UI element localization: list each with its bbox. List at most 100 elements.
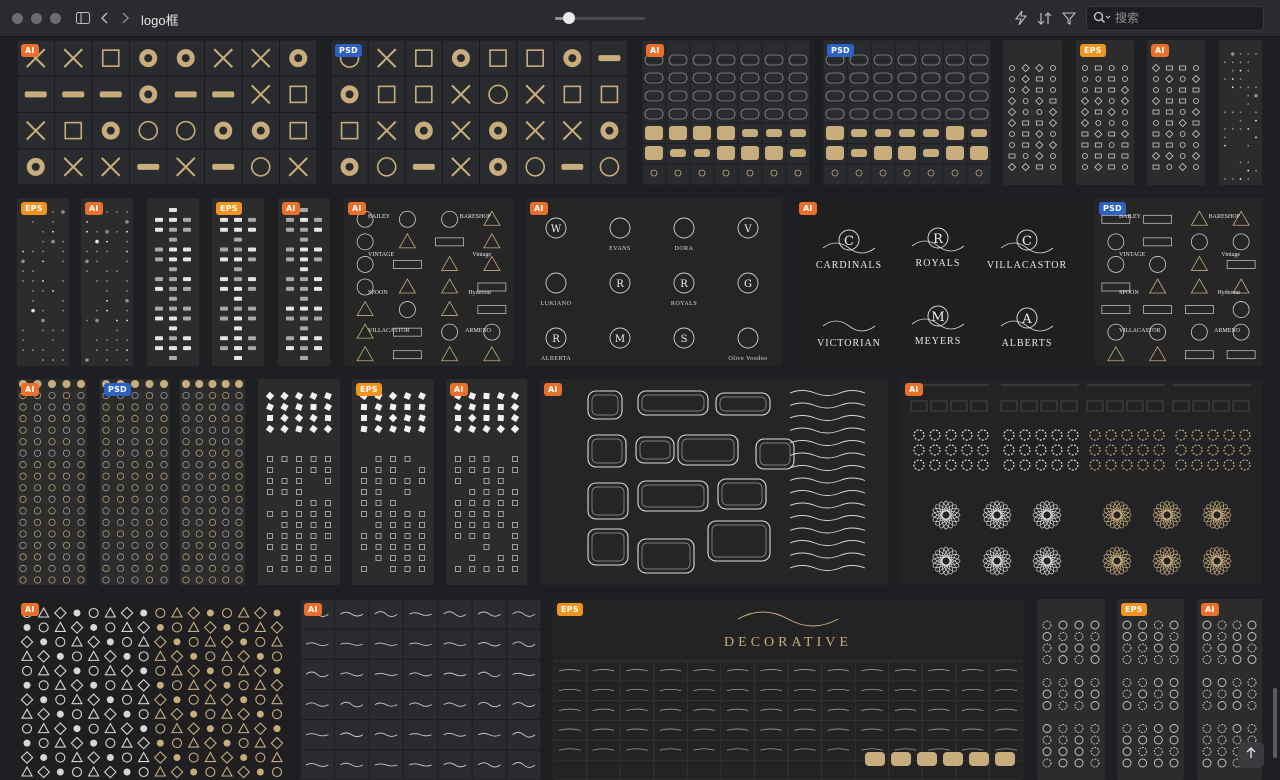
dot (22, 349, 24, 352)
thumbnail-art (1219, 40, 1262, 185)
image-thumbnail[interactable]: AI (901, 379, 1262, 585)
image-thumbnail[interactable]: W EVANS DORA V LUKIANO R R ROYALS G R ALBERTA M S Oli… (526, 198, 782, 366)
monogram-name: EVANS (609, 246, 631, 252)
thumbnail-art: BAILEY BARESHOP VINTAGE Vintage SPOON Hyderou… (344, 198, 513, 366)
image-thumbnail[interactable]: EPS (352, 379, 434, 585)
thumbnail-art (1076, 40, 1134, 185)
chevron-right-icon[interactable] (116, 9, 134, 27)
image-thumbnail[interactable]: AI (278, 198, 330, 366)
ornament (145, 380, 154, 388)
dot (95, 239, 99, 244)
dot (32, 280, 34, 282)
image-thumbnail[interactable]: BAILEY BARESHOP VINTAGE Vintage SPOON Hyderou… (344, 198, 513, 366)
image-thumbnail[interactable]: AI (17, 599, 287, 780)
image-thumbnail[interactable]: PSD (823, 40, 991, 185)
geo-mark (40, 754, 48, 762)
logo-mark (169, 227, 177, 232)
icon-mark (561, 163, 584, 170)
image-thumbnail[interactable]: EPS (212, 198, 264, 366)
image-thumbnail[interactable]: C CARDINALS R ROYALS C VILLACASTOR VICTORIAN M M… (795, 198, 1082, 366)
monogram-letter: G (744, 279, 752, 290)
geo-mark (273, 609, 281, 617)
label-fill (891, 752, 911, 766)
monogram-letter: W (551, 224, 562, 235)
file-type-badge: AI (1151, 44, 1169, 57)
dot (1255, 86, 1257, 89)
image-thumbnail[interactable]: AI (446, 379, 527, 585)
geo-mark (106, 754, 114, 762)
thumbnail-art (642, 40, 810, 185)
geo-mark (90, 681, 98, 689)
image-thumbnail[interactable]: AI (17, 40, 317, 185)
icon-mark (62, 91, 85, 98)
dot (1247, 178, 1250, 180)
icon-mark (99, 91, 122, 98)
search-input[interactable] (1115, 9, 1255, 27)
image-thumbnail[interactable] (180, 379, 245, 585)
lightning-icon[interactable] (1012, 9, 1030, 27)
logo-mark (234, 326, 242, 331)
scroll-to-top-button[interactable] (1238, 742, 1264, 768)
logo-mark (155, 257, 163, 262)
sidebar-icon[interactable] (74, 9, 92, 27)
file-type-badge: PSD (335, 44, 362, 57)
image-thumbnail[interactable]: EPS (1117, 599, 1184, 780)
filter-icon[interactable] (1060, 9, 1078, 27)
image-thumbnail[interactable]: AI (17, 379, 87, 585)
dot (22, 250, 24, 253)
badge-word: ARMENO (465, 328, 492, 334)
frame-fill (971, 129, 987, 137)
image-thumbnail[interactable]: PSD (331, 40, 628, 185)
dot (1230, 52, 1235, 56)
logo-mark (300, 227, 308, 232)
thumbnail-art (258, 379, 340, 585)
dot (1239, 128, 1242, 130)
logo-mark (220, 247, 228, 252)
logo-mark (220, 286, 228, 291)
logo-mark (183, 336, 191, 341)
image-thumbnail[interactable]: DECORATIVE EPS (553, 599, 1023, 780)
image-thumbnail[interactable] (1003, 40, 1062, 185)
dot (106, 290, 108, 292)
dot (62, 299, 64, 302)
image-thumbnail[interactable]: AI (1147, 40, 1205, 185)
shape (324, 414, 332, 422)
dot (96, 260, 98, 263)
zoom-window-button[interactable] (50, 13, 61, 24)
image-thumbnail[interactable]: AI (81, 198, 133, 366)
image-thumbnail[interactable] (258, 379, 340, 585)
logo-mark (286, 336, 294, 341)
dot (85, 358, 89, 362)
dot (41, 318, 45, 323)
logo-mark (183, 346, 191, 351)
image-thumbnail[interactable] (147, 198, 199, 366)
close-window-button[interactable] (12, 13, 23, 24)
image-thumbnail[interactable]: AI (300, 599, 541, 780)
image-thumbnail[interactable]: PSD (100, 379, 170, 585)
chevron-left-icon[interactable] (96, 9, 114, 27)
image-thumbnail[interactable] (1037, 599, 1105, 780)
logo-mark (286, 227, 294, 232)
search-box[interactable] (1086, 6, 1264, 31)
image-thumbnail[interactable]: BAILEY BARESHOP VINTAGE Vintage SPOON Hyderou… (1095, 198, 1262, 366)
geo-mark (90, 623, 98, 631)
geo-mark (240, 638, 248, 646)
logo-mark (169, 208, 177, 212)
image-thumbnail[interactable]: AI (642, 40, 810, 185)
zoom-slider[interactable] (555, 12, 645, 24)
image-thumbnail[interactable]: EPS (17, 198, 69, 366)
minimize-window-button[interactable] (31, 13, 42, 24)
image-thumbnail[interactable] (1219, 40, 1262, 185)
dot (96, 339, 98, 342)
icon-mark (494, 126, 503, 135)
icon-mark (181, 54, 190, 63)
sort-icon[interactable] (1036, 9, 1054, 27)
dot (1224, 144, 1226, 147)
image-thumbnail[interactable]: EPS (1076, 40, 1134, 185)
dot (32, 290, 34, 292)
dot (32, 250, 34, 253)
vertical-scrollbar[interactable] (1273, 688, 1277, 758)
zoom-slider-handle[interactable] (562, 12, 575, 24)
image-thumbnail[interactable]: AI (540, 379, 888, 585)
badge-word: VINTAGE (1119, 252, 1146, 258)
